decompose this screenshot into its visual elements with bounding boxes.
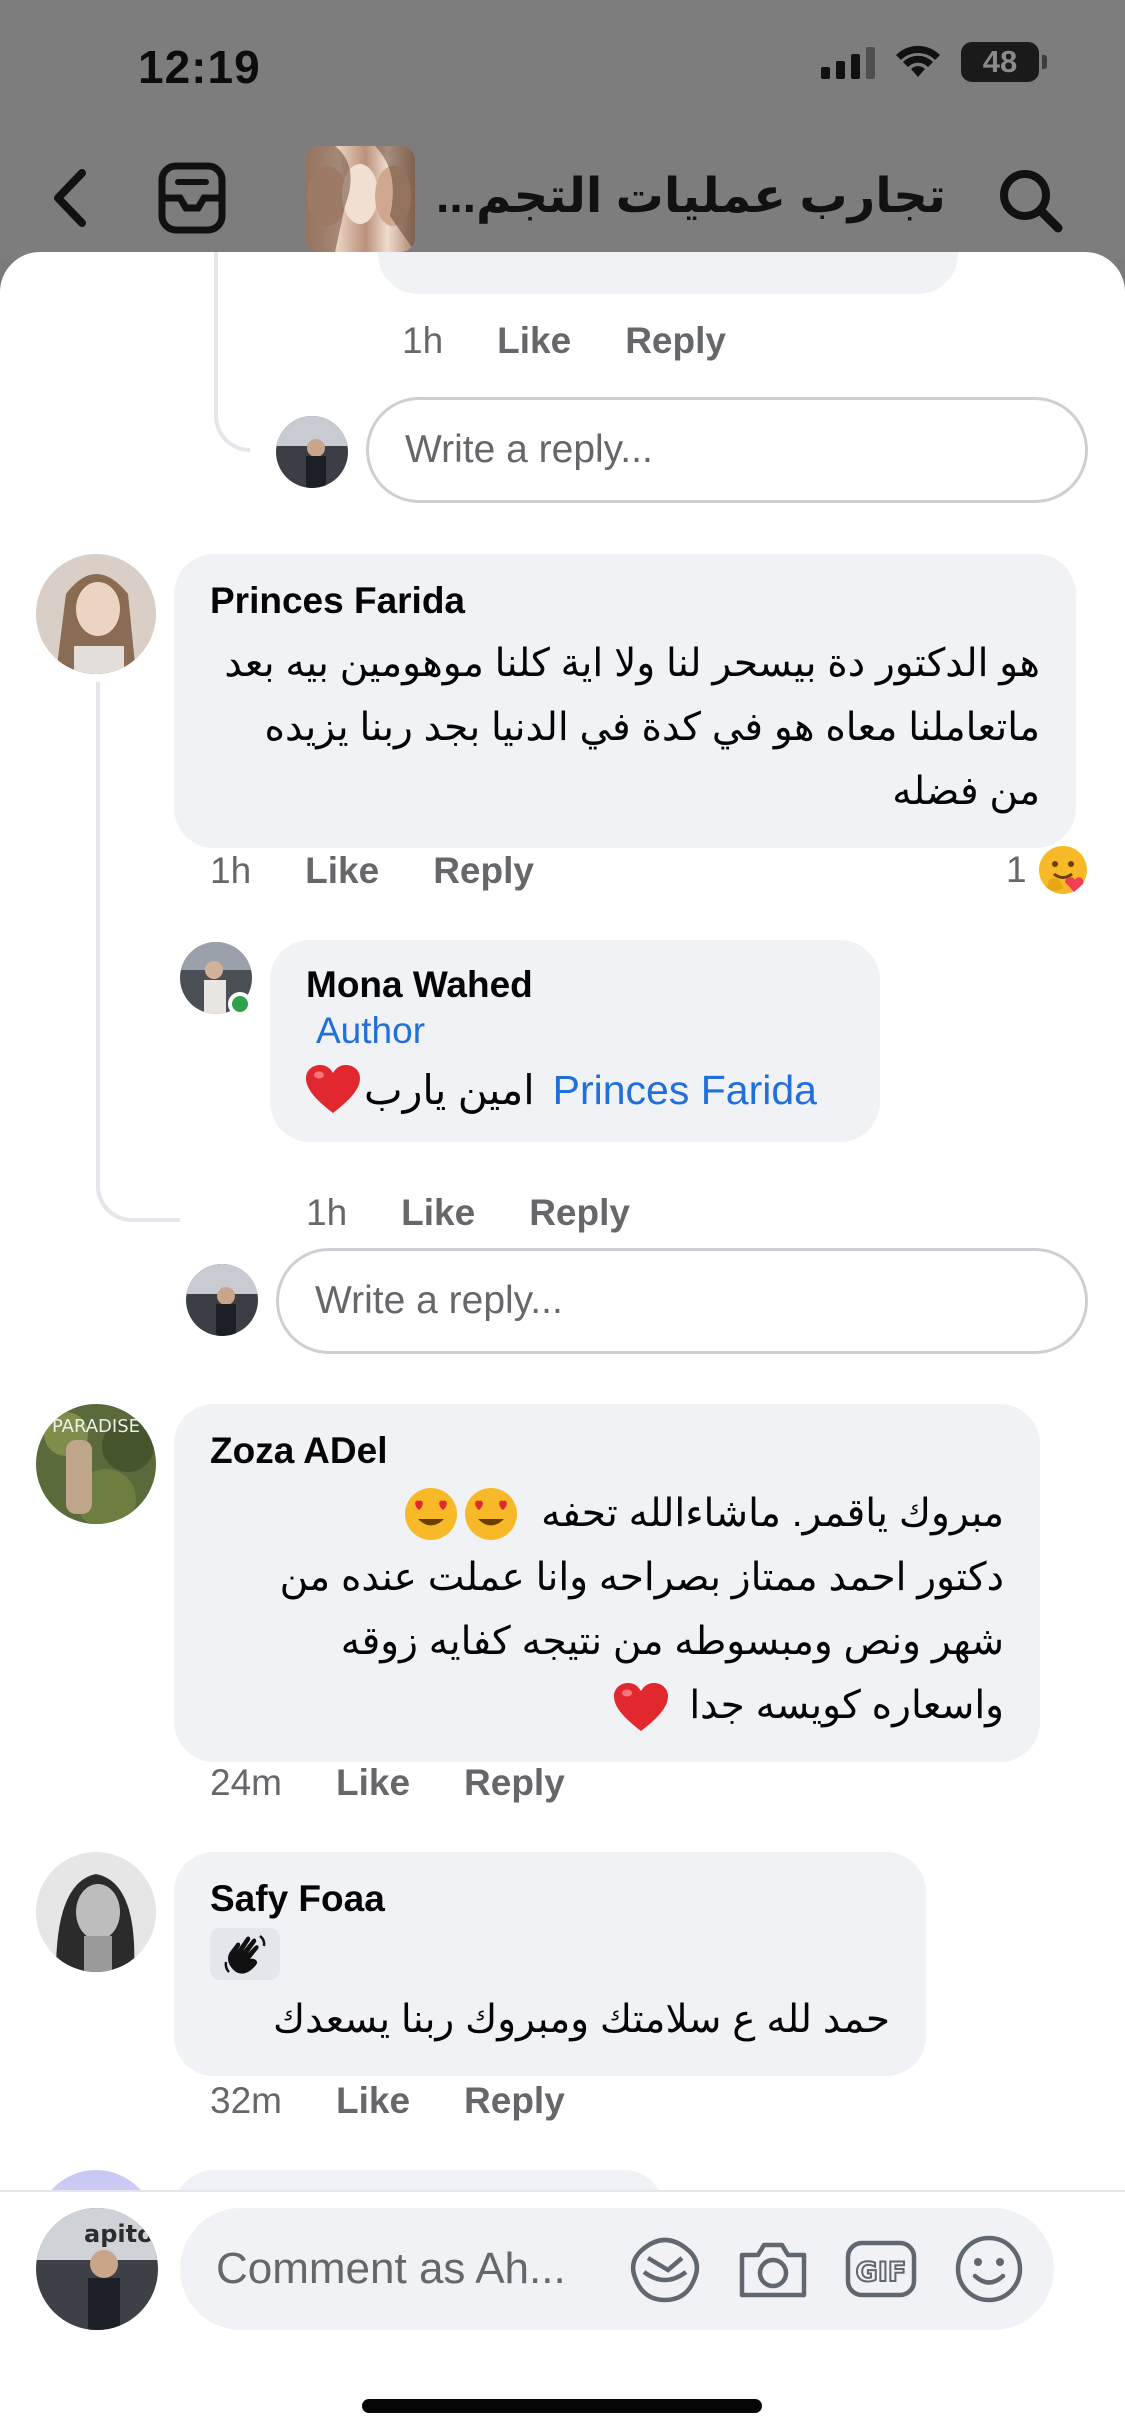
comment-bubble[interactable]: Safy Foaa حمد لله ع سلامتك ومبروك ربنا ي… (174, 1852, 926, 2076)
reply-button[interactable]: Reply (433, 850, 534, 892)
thread-line (214, 252, 218, 392)
emoji-icon[interactable] (952, 2232, 1026, 2306)
waving-hand-icon (224, 1935, 266, 1974)
reply-button[interactable]: Reply (464, 2080, 565, 2122)
my-avatar: apito (36, 2208, 158, 2330)
gif-label: GIF (856, 2257, 907, 2288)
comment-actions: 1h Like Reply (402, 320, 726, 362)
comment-time: 1h (210, 850, 252, 891)
reply-input[interactable]: Write a reply... (276, 1248, 1088, 1354)
like-button[interactable]: Like (336, 2080, 410, 2122)
thread-connector (96, 782, 172, 1222)
partial-comment-bubble (378, 252, 958, 294)
author-badge: Author (316, 1010, 426, 1051)
mention-link[interactable]: Princes Farida (553, 1060, 817, 1120)
comment-text: حمد لله ع سلامتك ومبروك ربنا يسعدك (273, 1998, 890, 2041)
comment-text-line: مبروك ياقمر. ماشاءالله تحفه (541, 1492, 1004, 1535)
gif-icon[interactable]: GIF (844, 2232, 918, 2306)
commenter-name[interactable]: Princes Farida (210, 580, 1040, 622)
wifi-icon (896, 45, 940, 77)
composer-icons: GIF (628, 2232, 1026, 2306)
comment-actions: 1h Like Reply (210, 850, 534, 892)
comments-sheet: 1h Like Reply Write a reply... Princes F… (0, 252, 1125, 2436)
comment-bubble[interactable]: Princes Farida هو الدكتور دة بيسحر لنا و… (174, 554, 1076, 848)
commenter-name[interactable]: Zoza ADel (210, 1430, 1004, 1472)
home-indicator[interactable] (362, 2399, 762, 2413)
avatar-sticker-icon[interactable] (628, 2232, 702, 2306)
red-heart-icon (306, 1065, 360, 1113)
thread-connector (96, 1182, 180, 1222)
search-icon[interactable] (996, 166, 1064, 234)
reply-button[interactable]: Reply (464, 1762, 565, 1804)
svg-text:PARADISE: PARADISE (52, 1416, 140, 1437)
reaction-count: 1 (1006, 849, 1027, 890)
background-app-header: 12:19 48 تجارب عمليات التجم... (0, 0, 1125, 260)
comment-time: 32m (210, 2080, 282, 2121)
back-chevron-icon[interactable] (48, 168, 92, 228)
my-avatar (276, 416, 348, 488)
heart-eyes-emoji-icon (465, 1488, 518, 1540)
comment-text: دكتور احمد ممتاز بصراحه وانا عملت عنده م… (210, 1546, 1004, 1738)
reply-button[interactable]: Reply (625, 320, 726, 362)
online-status-dot (228, 992, 252, 1016)
status-time: 12:19 (138, 41, 261, 93)
comment-actions: 24m Like Reply (210, 1762, 565, 1804)
like-button[interactable]: Like (336, 1762, 410, 1804)
heart-eyes-emoji-icon (405, 1488, 458, 1540)
group-title[interactable]: تجارب عمليات التجم... (436, 168, 956, 224)
waving-hand-sticker (210, 1928, 280, 1980)
avatar[interactable]: PARADISE (36, 1404, 156, 1524)
reply-time: 1h (306, 1192, 348, 1233)
reply-bubble[interactable]: Mona Wahed Author امين يارب Princes Fari… (270, 940, 880, 1142)
comment-bubble[interactable]: Zoza ADel مبروك ياقمر. ماشاءالله تحفه دك… (174, 1404, 1040, 1762)
like-button[interactable]: Like (401, 1192, 475, 1234)
avatar[interactable] (36, 554, 156, 674)
avatar[interactable] (36, 1852, 156, 1972)
comment-input[interactable]: Comment as Ah... GIF (180, 2208, 1054, 2330)
battery-icon: 48 (961, 42, 1047, 82)
comment-time: 24m (210, 1762, 282, 1803)
comment-text: هو الدكتور دة بيسحر لنا ولا اية كلنا موه… (224, 642, 1040, 813)
status-icons: 48 (821, 42, 1047, 82)
reply-button[interactable]: Reply (529, 1192, 630, 1234)
cellular-signal-icon (821, 45, 875, 79)
reply-text: امين يارب (364, 1067, 535, 1113)
camera-icon[interactable] (736, 2232, 810, 2306)
reply-input[interactable]: Write a reply... (366, 397, 1088, 503)
like-button[interactable]: Like (305, 850, 379, 892)
battery-level: 48 (982, 44, 1018, 79)
commenter-name[interactable]: Safy Foaa (210, 1878, 890, 1920)
comment-placeholder: Comment as Ah... (216, 2244, 566, 2293)
hug-emoji-icon (1038, 846, 1087, 894)
inbox-icon[interactable] (156, 160, 228, 236)
my-avatar (186, 1264, 258, 1336)
reply-actions: 1h Like Reply (306, 1192, 630, 1234)
like-button[interactable]: Like (497, 320, 571, 362)
reaction-summary[interactable]: 1 (1006, 844, 1089, 896)
comment-actions: 32m Like Reply (210, 2080, 565, 2122)
thread-connector (214, 382, 250, 452)
commenter-name[interactable]: Mona Wahed (306, 964, 844, 1006)
group-cover-thumbnail[interactable] (305, 146, 415, 252)
red-heart-icon (614, 1682, 669, 1731)
comment-time: 1h (402, 320, 444, 361)
